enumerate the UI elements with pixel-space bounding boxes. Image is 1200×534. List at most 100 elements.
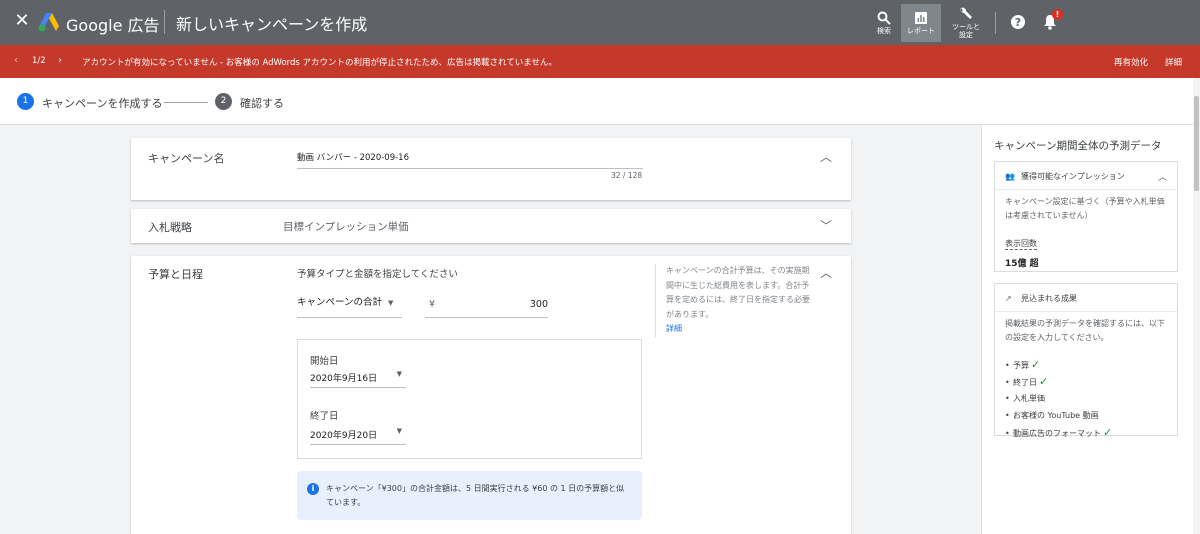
budget-help-body: キャンペーンの合計予算は、その実施期間中に生じた総費用を表します。合計予算を定め…	[666, 266, 810, 319]
impressions-heading[interactable]: 👥 獲得可能なインプレッション	[1005, 171, 1125, 182]
check-icon: ✓	[1103, 426, 1113, 439]
requirement-label: お客様の YouTube 動画	[1013, 411, 1099, 420]
end-date-value: 2020年9月20日	[310, 431, 378, 441]
campaign-name-input[interactable]: 動画 バンパー - 2020-09-16	[297, 151, 409, 163]
toolbar-separator	[995, 12, 996, 34]
dropdown-arrow-icon: ▼	[388, 299, 394, 307]
list-item: • 入札単価	[1005, 394, 1045, 403]
campaign-name-underline	[297, 168, 643, 169]
bidding-strategy-title: 入札戦略	[148, 221, 192, 234]
budget-prompt: 予算タイプと金額を指定してください	[297, 269, 458, 280]
help-button[interactable]: ?	[1006, 10, 1030, 34]
wrench-icon	[960, 7, 972, 19]
alert-details-link[interactable]: 詳細	[1165, 56, 1182, 68]
dates-panel: 開始日 2020年9月16日 ▼ 終了日 2020年9月20日 ▼	[297, 339, 642, 459]
progress-stepper: 1 キャンペーンを作成する 2 確認する	[0, 78, 1200, 125]
list-item: • 予算 ✓	[1005, 358, 1041, 371]
expected-results-card: ↗ 見込まれる成果 掲載結果の予測データを確認するには、以下の設定を入力してくださ…	[994, 283, 1178, 439]
card-separator	[995, 311, 1177, 312]
close-button[interactable]: ✕	[12, 11, 32, 31]
page-title: 新しいキャンペーンを作成	[176, 15, 368, 34]
tools-settings-button[interactable]: ツールと 設定	[946, 4, 986, 42]
step1-number: 1	[17, 93, 34, 110]
search-icon	[877, 11, 891, 25]
scrollbar-thumb[interactable]	[1194, 96, 1199, 191]
collapse-chevron-up-icon[interactable]: ︿	[819, 266, 833, 280]
requirements-list: • 予算 ✓ • 終了日 ✓ • 入札単価 • お客様の YouTube 動画 • 動画広告の…	[1005, 356, 1171, 441]
info-icon: i	[307, 483, 319, 495]
start-date-select[interactable]: 2020年9月16日 ▼	[310, 366, 406, 388]
report-label: レポート	[907, 27, 935, 35]
google-ads-logo-icon	[38, 13, 59, 32]
tools-label-line1: ツールと	[952, 23, 980, 31]
trending-up-icon: ↗	[1005, 294, 1012, 303]
results-heading: ↗ 見込まれる成果	[1005, 293, 1077, 304]
collapse-chevron-up-icon[interactable]: ︿	[819, 150, 833, 164]
budget-help-text: キャンペーンの合計予算は、その実施期間中に生じた総費用を表します。合計予算を定め…	[655, 264, 817, 337]
available-impressions-card: 👥 獲得可能なインプレッション ︿ キャンペーン設定に基づく（予算や入札単価は考慮…	[994, 161, 1178, 272]
check-icon: ✓	[1039, 375, 1049, 388]
forecast-title: キャンペーン期間全体の予測データ	[994, 140, 1162, 152]
check-icon: ✓	[1031, 358, 1041, 371]
budget-amount-input[interactable]: ¥ 300	[425, 294, 548, 318]
header-divider	[164, 10, 165, 34]
impressions-heading-text: 獲得可能なインプレッション	[1021, 172, 1125, 181]
character-counter: 32 / 128	[611, 171, 643, 180]
alert-prev-button[interactable]: ‹	[14, 55, 18, 66]
expand-chevron-down-icon[interactable]: ﹀	[819, 219, 833, 233]
campaign-name-title: キャンペーン名	[148, 152, 225, 165]
people-icon: 👥	[1005, 172, 1015, 181]
notification-badge: !	[1052, 9, 1063, 20]
budget-help-link[interactable]: 詳細	[666, 322, 817, 337]
reactivate-button[interactable]: 再有効化	[1114, 56, 1148, 68]
collapse-chevron-up-icon[interactable]: ︿	[1158, 170, 1167, 183]
results-heading-text: 見込まれる成果	[1021, 294, 1077, 303]
step1-label[interactable]: キャンペーンを作成する	[42, 95, 162, 111]
budget-type-select[interactable]: キャンペーンの合計 ▼	[297, 294, 402, 318]
list-item: • 終了日 ✓	[1005, 375, 1049, 388]
account-alert-bar: ‹ 1/2 › アカウントが有効になっていません - お客様の AdWords …	[0, 45, 1200, 78]
svg-text:?: ?	[1015, 16, 1021, 29]
campaign-name-section: キャンペーン名 動画 バンパー - 2020-09-16 32 / 128 ︿	[131, 138, 851, 200]
budget-info-notice: i キャンペーン「¥300」の合計金額は、5 日間実行される ¥60 の 1 日…	[297, 471, 642, 520]
list-item: • お客様の YouTube 動画	[1005, 411, 1099, 420]
budget-schedule-title: 予算と日程	[148, 268, 203, 281]
requirement-label: 動画広告のフォーマット	[1013, 429, 1101, 438]
step2-label[interactable]: 確認する	[240, 95, 284, 111]
alert-counter: 1/2	[32, 56, 46, 66]
end-date-select[interactable]: 2020年9月20日 ▼	[310, 423, 406, 445]
requirement-label: 入札単価	[1013, 394, 1045, 403]
tools-label-line2: 設定	[959, 31, 973, 39]
step2-number: 2	[215, 93, 232, 110]
top-bar: ✕ Google 広告 新しいキャンペーンを作成 検索 レポート ツールと 設定…	[0, 0, 1200, 45]
results-note: 掲載結果の予測データを確認するには、以下の設定を入力してください。	[1005, 319, 1165, 342]
bidding-strategy-value: 目標インプレッション単価	[283, 221, 409, 233]
budget-info-text: キャンペーン「¥300」の合計金額は、5 日間実行される ¥60 の 1 日の予…	[326, 484, 625, 507]
dropdown-arrow-icon: ▼	[396, 370, 402, 378]
bidding-strategy-section[interactable]: 入札戦略 目標インプレッション単価 ﹀	[131, 209, 851, 243]
end-date-label: 終了日	[310, 411, 339, 422]
card-separator	[995, 189, 1177, 190]
currency-symbol: ¥	[429, 299, 436, 310]
help-icon: ?	[1011, 15, 1025, 29]
search-label: 検索	[877, 27, 891, 35]
start-date-label: 開始日	[310, 356, 339, 367]
budget-amount-value: 300	[529, 299, 548, 310]
alert-next-button[interactable]: ›	[58, 55, 62, 66]
budget-schedule-section: 予算と日程 予算タイプと金額を指定してください キャンペーンの合計 ▼ ¥ 300…	[131, 256, 851, 534]
requirement-label: 終了日	[1013, 378, 1037, 387]
requirement-label: 予算	[1013, 361, 1029, 370]
bar-chart-icon	[915, 12, 927, 24]
forecast-panel: キャンペーン期間全体の予測データ 👥 獲得可能なインプレッション ︿ キャンペーン…	[981, 125, 1193, 534]
impressions-label[interactable]: 表示回数	[1005, 238, 1037, 250]
start-date-value: 2020年9月16日	[310, 374, 378, 384]
alert-message: アカウントが有効になっていません - お客様の AdWords アカウントの利用…	[82, 58, 558, 68]
brand-name[interactable]: Google 広告	[66, 12, 160, 36]
report-button[interactable]: レポート	[901, 4, 941, 42]
impressions-value: 15億 超	[1005, 259, 1039, 269]
search-button[interactable]: 検索	[868, 4, 900, 42]
impressions-note: キャンペーン設定に基づく（予算や入札単価は考慮されていません）	[1005, 197, 1165, 220]
dropdown-arrow-icon: ▼	[396, 427, 402, 435]
list-item: • 動画広告のフォーマット ✓	[1005, 426, 1113, 439]
step-connector	[164, 102, 208, 103]
